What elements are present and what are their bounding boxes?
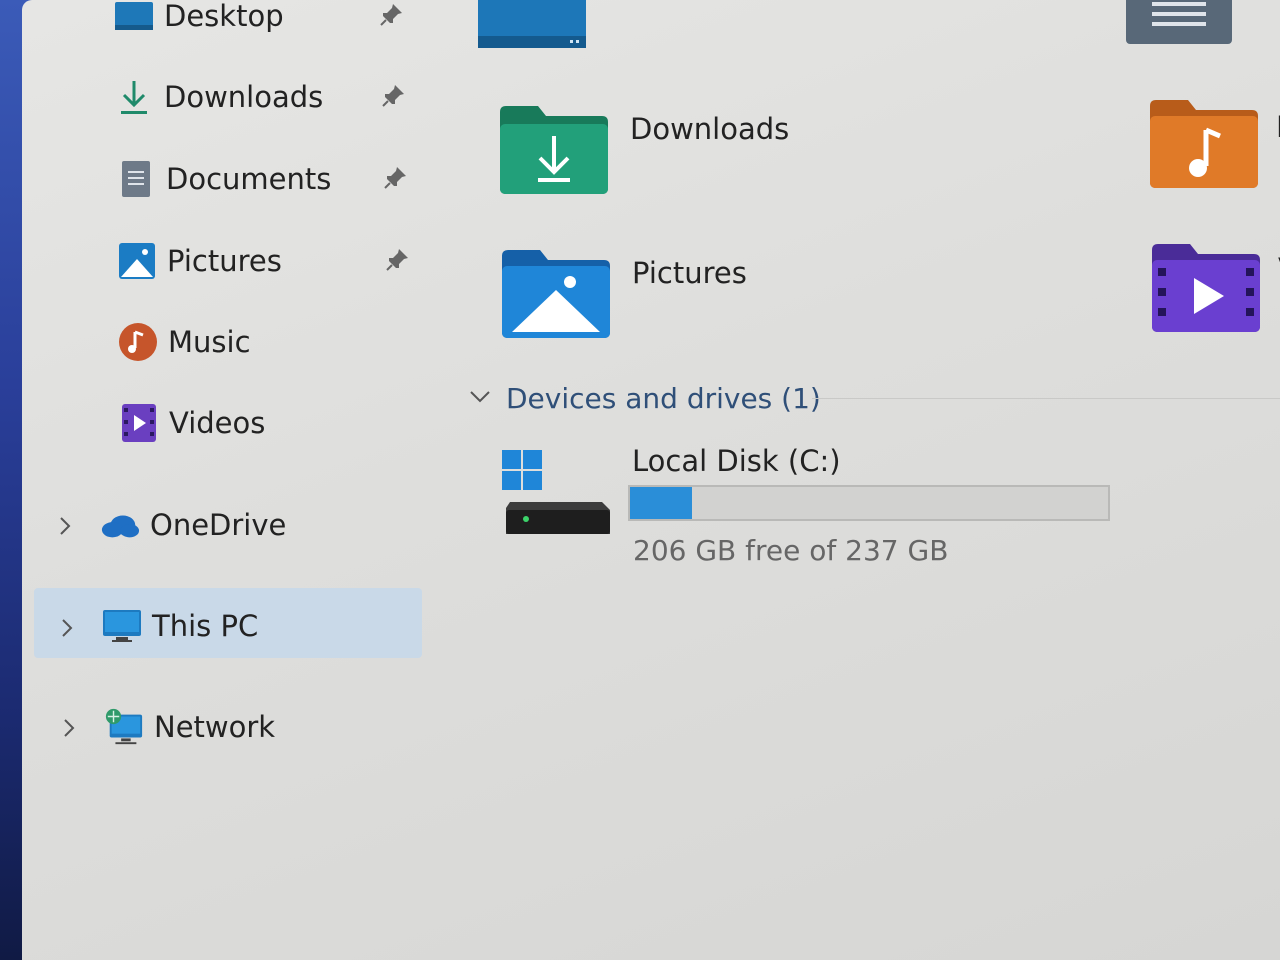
sidebar-item-documents[interactable]: Documents: [116, 154, 331, 204]
disk-usage-fill: [630, 487, 693, 519]
section-divider: [812, 398, 1280, 399]
download-arrow-icon: [114, 77, 154, 117]
documents-icon: [116, 159, 156, 199]
pin-icon[interactable]: [378, 2, 404, 28]
sidebar-item-label: OneDrive: [150, 508, 287, 542]
chevron-right-icon[interactable]: [58, 616, 76, 640]
documents-folder-tile[interactable]: [1126, 0, 1232, 48]
sidebar-item-label: Documents: [166, 162, 332, 196]
chevron-right-icon[interactable]: [60, 716, 78, 740]
music-icon: [118, 322, 158, 362]
sidebar-item-music[interactable]: Music: [118, 317, 251, 367]
videos-icon: [119, 403, 159, 443]
sidebar-item-videos[interactable]: Videos: [119, 398, 265, 448]
chevron-right-icon[interactable]: [56, 514, 74, 538]
desktop-folder-tile[interactable]: [478, 0, 586, 52]
sidebar-item-label: Videos: [169, 406, 266, 440]
sidebar-item-label: Pictures: [167, 244, 282, 278]
downloads-folder-icon[interactable]: [500, 106, 608, 198]
pin-icon[interactable]: [380, 83, 406, 109]
sidebar-item-onedrive[interactable]: OneDrive: [100, 500, 286, 550]
content-pane: Downloads Pictures M Vi Devices and driv…: [462, 0, 1280, 960]
sidebar-item-this-pc[interactable]: This PC: [102, 601, 258, 651]
sidebar-item-label: Downloads: [164, 80, 324, 114]
computer-icon: [102, 606, 142, 646]
sidebar-item-pictures[interactable]: Pictures: [117, 236, 282, 286]
navigation-pane: Desktop Downloads Documents Pictures Mus…: [22, 0, 442, 960]
chevron-down-icon: [468, 387, 492, 411]
folder-label-pictures: Pictures: [632, 256, 747, 290]
music-folder-icon[interactable]: [1150, 100, 1258, 192]
folder-label-music: M: [1276, 110, 1280, 144]
sidebar-item-label: Music: [168, 325, 251, 359]
disk-usage-bar: [628, 485, 1110, 521]
file-explorer-window: Desktop Downloads Documents Pictures Mus…: [22, 0, 1280, 960]
drive-free-space: 206 GB free of 237 GB: [633, 534, 949, 567]
local-disk-icon[interactable]: [502, 450, 614, 544]
sidebar-item-label: This PC: [152, 609, 259, 643]
sidebar-item-downloads[interactable]: Downloads: [114, 72, 323, 122]
sidebar-item-label: Desktop: [164, 0, 284, 33]
pictures-icon: [117, 241, 157, 281]
pin-icon[interactable]: [382, 165, 408, 191]
sidebar-item-label: Network: [154, 710, 276, 744]
folder-label-downloads: Downloads: [630, 112, 790, 146]
section-title: Devices and drives (1): [506, 382, 821, 415]
pin-icon[interactable]: [384, 247, 410, 273]
pictures-folder-icon[interactable]: [502, 250, 610, 342]
videos-folder-icon[interactable]: [1152, 244, 1260, 336]
sidebar-item-network[interactable]: Network: [104, 702, 275, 752]
desktop-icon: [114, 0, 154, 36]
cloud-icon: [100, 505, 140, 545]
devices-section-header[interactable]: Devices and drives (1): [468, 382, 821, 415]
network-icon: [104, 707, 144, 747]
drive-name: Local Disk (C:): [632, 444, 841, 478]
sidebar-item-desktop[interactable]: Desktop: [114, 0, 284, 41]
